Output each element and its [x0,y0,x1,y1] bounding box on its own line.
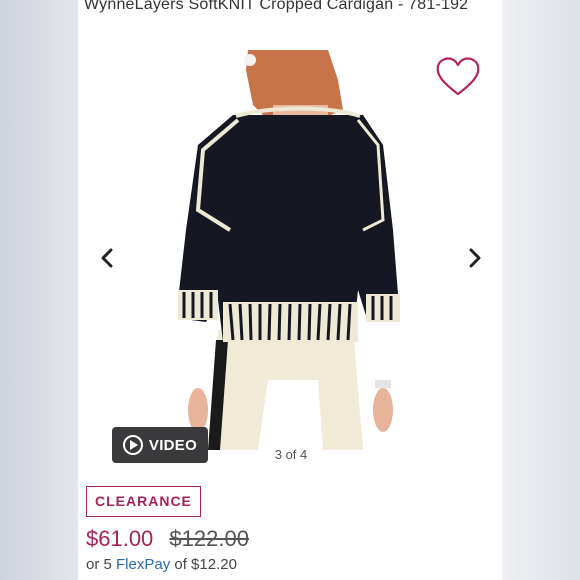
image-counter: 3 of 4 [274,447,308,462]
background-left [0,0,80,580]
original-price: $122.00 [169,526,249,551]
video-button-label: VIDEO [148,436,198,454]
product-card: WynneLayers SoftKNIT Cropped Cardigan - … [78,0,502,580]
next-image-arrow-icon[interactable] [462,246,486,270]
play-icon [122,435,143,455]
previous-image-arrow-icon[interactable] [96,246,120,270]
flexpay-prefix: or 5 [86,556,117,573]
flexpay-line: or 5 FlexPay of $12.20 [86,556,237,573]
background-right [502,0,580,580]
favorite-heart-icon[interactable] [434,55,482,97]
video-button[interactable]: VIDEO [112,427,208,463]
clearance-badge: CLEARANCE [86,486,201,517]
price-row: $61.00 $122.00 [86,526,249,552]
product-title: WynneLayers SoftKNIT Cropped Cardigan - … [84,0,469,13]
flexpay-link[interactable]: FlexPay [116,556,170,573]
flexpay-suffix: of $12.20 [170,556,237,573]
product-photo [178,50,400,450]
sale-price: $61.00 [86,526,154,551]
